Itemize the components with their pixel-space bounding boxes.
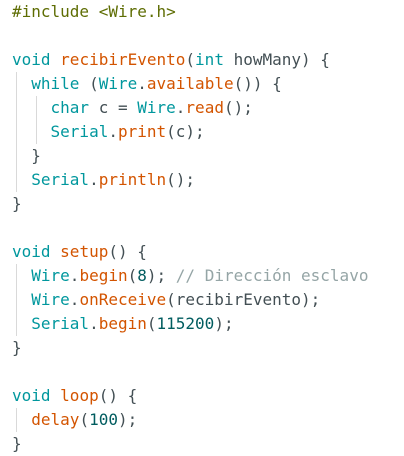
call-end: (); [223, 98, 253, 117]
object-name: Serial [31, 314, 90, 333]
code-line: Serial.print(c); [12, 120, 205, 144]
code-line: void setup() { [12, 240, 147, 264]
code-editor[interactable]: #include <Wire.h> void recibirEvento(int… [0, 0, 404, 453]
dot: . [175, 98, 186, 117]
function-name: loop [60, 386, 99, 405]
param-name: howMany [233, 50, 302, 69]
method-name: println [98, 170, 167, 189]
closing-brace: } [12, 338, 22, 357]
method-name: begin [79, 266, 128, 285]
code-line: void recibirEvento(int howMany) { [12, 48, 330, 72]
dot: . [69, 290, 80, 309]
code-line: #include <Wire.h> [12, 0, 176, 24]
object-name: Serial [50, 122, 109, 141]
paren: ( [185, 50, 196, 69]
paren: ( [127, 266, 138, 285]
paren: ( [79, 410, 90, 429]
call-end: (); [166, 170, 196, 189]
code-line: delay(100); [12, 408, 137, 432]
code-line: } [12, 432, 22, 456]
paren-brace: ()) { [233, 74, 282, 93]
method-name: print [117, 122, 167, 141]
code-line: Wire.onReceive(recibirEvento); [12, 288, 320, 312]
code-comment: // Dirección esclavo [175, 266, 369, 285]
method-name: delay [31, 410, 80, 429]
dot: . [89, 170, 99, 189]
code-line: Serial.println(); [12, 168, 195, 192]
number-literal: 115200 [156, 314, 215, 333]
preprocessor-directive: #include [12, 2, 90, 21]
number-literal: 8 [137, 266, 147, 285]
function-name: recibirEvento [60, 50, 186, 69]
while-keyword: while [31, 74, 80, 93]
call-end: ); [117, 410, 138, 429]
closing-brace: } [31, 146, 41, 165]
paren: ( [146, 314, 157, 333]
closing-brace: } [12, 434, 22, 453]
return-type: void [12, 386, 51, 405]
call-args: (recibirEvento); [166, 290, 321, 309]
method-name: read [185, 98, 224, 117]
paren-brace: () { [98, 386, 138, 405]
object-name: Wire [31, 266, 70, 285]
object-name: Wire [98, 74, 138, 93]
object-name: Serial [31, 170, 90, 189]
code-line: } [12, 192, 22, 216]
code-line: void loop() { [12, 384, 137, 408]
var-type: char [50, 98, 90, 117]
dot: . [108, 122, 118, 141]
dot: . [137, 74, 147, 93]
assignment: c = [98, 98, 128, 117]
object-name: Wire [31, 290, 70, 309]
param-type: int [195, 50, 224, 69]
function-name: setup [60, 242, 109, 261]
method-name: begin [98, 314, 147, 333]
method-name: available [146, 74, 234, 93]
include-header: <Wire.h> [98, 2, 176, 21]
code-line: } [12, 336, 22, 360]
number-literal: 100 [89, 410, 118, 429]
return-type: void [12, 50, 51, 69]
code-line: while (Wire.available()) { [12, 72, 282, 96]
call-end: ); [214, 314, 234, 333]
code-line: char c = Wire.read(); [12, 96, 253, 120]
call-end: ); [146, 266, 167, 285]
paren-brace: () { [108, 242, 147, 261]
return-type: void [12, 242, 51, 261]
method-name: onReceive [79, 290, 167, 309]
code-line: Serial.begin(115200); [12, 312, 234, 336]
paren: ( [89, 74, 99, 93]
code-line: Wire.begin(8); // Dirección esclavo [12, 264, 368, 288]
call-args: (c); [166, 122, 205, 141]
dot: . [89, 314, 99, 333]
object-name: Wire [137, 98, 176, 117]
code-line: } [12, 144, 41, 168]
dot: . [69, 266, 80, 285]
closing-brace: } [12, 194, 22, 213]
paren-brace: ) { [301, 50, 330, 69]
